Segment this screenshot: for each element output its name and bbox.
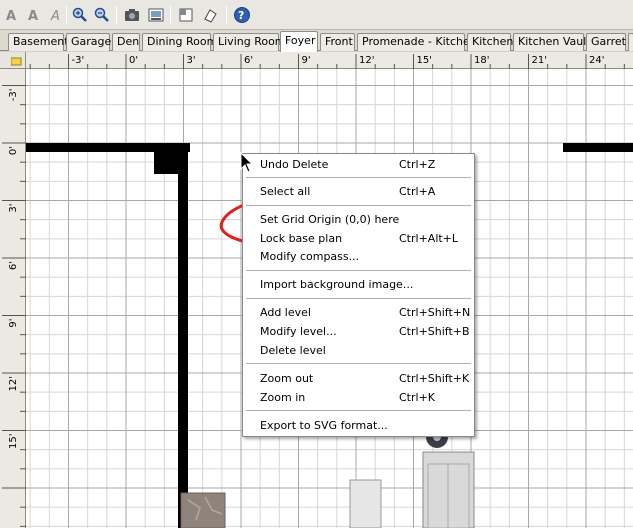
ruler-label-left: 6': [8, 261, 19, 270]
ruler-label-top: 9': [302, 55, 311, 66]
ruler-label-top: 6': [244, 55, 253, 66]
ruler-label-top: 15': [417, 55, 432, 66]
ruler-horizontal: -3' 0' 3' 6' 9' 12' 15' 18' 21' 24': [26, 52, 633, 69]
ruler-label-top: 0': [129, 55, 138, 66]
ruler-label-left: 15': [8, 434, 19, 449]
wall-vertical[interactable]: [178, 143, 188, 528]
menu-item-select-all[interactable]: Select all Ctrl+A: [243, 183, 474, 201]
create-photo-icon[interactable]: [122, 5, 142, 25]
ruler-label-top: 12': [359, 55, 374, 66]
tab-promenade-kitchen[interactable]: Promenade - Kitchen: [357, 33, 477, 51]
tab-kitchen-vault[interactable]: Kitchen Vault: [513, 33, 591, 51]
tab-kitchen[interactable]: Kitchen: [467, 33, 513, 51]
ruler-label-top: 18': [474, 55, 489, 66]
italic-text-icon[interactable]: A: [46, 5, 66, 25]
stone-floor-piece[interactable]: [180, 492, 226, 528]
zoom-out-icon[interactable]: [92, 5, 112, 25]
menu-item-zoom-out[interactable]: Zoom out Ctrl+Shift+K: [243, 370, 474, 388]
bold-text-icon[interactable]: A: [24, 5, 44, 25]
mouse-cursor-icon: [240, 152, 254, 173]
text-style-icon[interactable]: A: [2, 5, 22, 25]
menu-item-modify-level[interactable]: Modify level... Ctrl+Shift+B: [243, 323, 474, 341]
ruler-vertical: -3' 0' 3' 6' 9' 12' 15': [0, 69, 26, 528]
menu-item-set-grid-origin[interactable]: Set Grid Origin (0,0) here: [243, 211, 474, 229]
ruler-label-left: -3': [8, 89, 19, 102]
level-tabs: Basement Garage Den Dining Room Living R…: [0, 30, 633, 52]
create-video-icon[interactable]: [146, 5, 166, 25]
menu-item-undo-delete[interactable]: Undo Delete Ctrl+Z: [243, 156, 474, 174]
tab-basement[interactable]: Basement: [8, 33, 69, 51]
cabinet[interactable]: [349, 479, 382, 528]
svg-text:A: A: [28, 9, 38, 22]
menu-item-import-background[interactable]: Import background image...: [243, 276, 474, 294]
tab-overflow[interactable]: [628, 33, 633, 51]
tab-den[interactable]: Den: [112, 33, 140, 51]
ruler-label-left: 12': [8, 376, 19, 391]
tab-living-room[interactable]: Living Room: [213, 33, 286, 51]
ruler-label-left: 9': [8, 319, 19, 328]
tab-front[interactable]: Front: [320, 33, 355, 51]
menu-item-export-svg[interactable]: Export to SVG format...: [243, 417, 474, 435]
svg-text:?: ?: [238, 9, 244, 22]
ruler-label-left: 0': [8, 146, 19, 155]
svg-text:A: A: [50, 9, 60, 22]
zoom-in-icon[interactable]: [70, 5, 90, 25]
tab-garret[interactable]: Garret: [586, 33, 626, 51]
menu-item-delete-level[interactable]: Delete level: [243, 342, 474, 360]
tab-garage[interactable]: Garage: [66, 33, 111, 51]
menu-item-add-level[interactable]: Add level Ctrl+Shift+N: [243, 304, 474, 322]
help-icon[interactable]: ?: [232, 5, 252, 25]
add-furniture-icon[interactable]: [176, 5, 196, 25]
tab-foyer[interactable]: Foyer: [280, 31, 318, 52]
tab-dining-room[interactable]: Dining Room: [142, 33, 217, 51]
ruler-corner: [0, 52, 26, 69]
svg-text:A: A: [6, 9, 16, 22]
export-icon[interactable]: [200, 5, 220, 25]
context-menu: Undo Delete Ctrl+Z Select all Ctrl+A Set G…: [242, 153, 475, 437]
menu-item-zoom-in[interactable]: Zoom in Ctrl+K: [243, 389, 474, 407]
menu-item-lock-base-plan[interactable]: Lock base plan Ctrl+Alt+L: [243, 230, 474, 248]
ruler-label-top: -3': [72, 55, 85, 66]
wall-top-right[interactable]: [563, 143, 633, 152]
ruler-label-top: 3': [187, 55, 196, 66]
ruler-label-left: 3': [8, 204, 19, 213]
menu-item-modify-compass[interactable]: Modify compass...: [243, 248, 474, 266]
toolbar: A A A ?: [0, 0, 633, 30]
ruler-label-top: 21': [532, 55, 547, 66]
ruler-label-top: 24': [589, 55, 604, 66]
